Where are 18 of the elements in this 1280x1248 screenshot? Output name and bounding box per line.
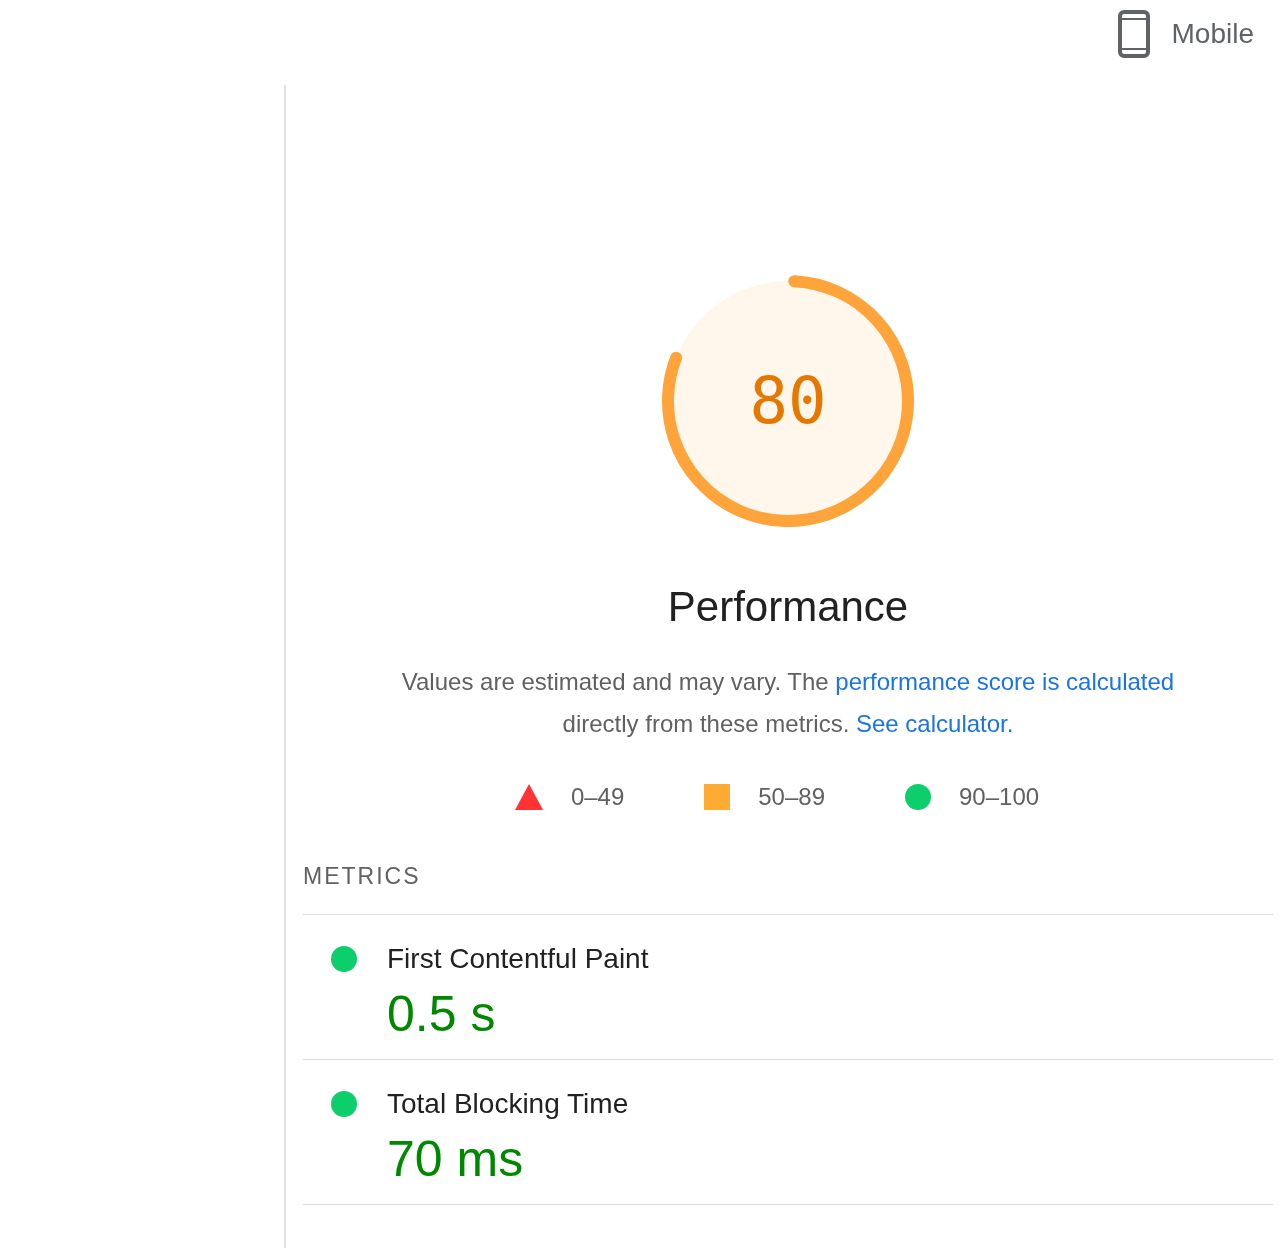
description-text: Values are estimated and may vary. The performance score is calculated directly from these metrics. See calculator. [400, 667, 1176, 739]
circle-icon [905, 784, 931, 810]
legend-label: 50–89 [758, 783, 825, 811]
legend-label: 0–49 [570, 783, 625, 811]
mobile-tab[interactable]: Mobile [1117, 10, 1254, 58]
score-link[interactable]: performance score is calculated [835, 668, 1175, 695]
metric-value: 0.5 s [387, 986, 496, 1042]
metrics-heading: METRICS [303, 863, 1273, 915]
phone-icon [1117, 10, 1150, 58]
metric-name: First Contentful Paint [387, 943, 650, 975]
category-title: Performance [667, 583, 909, 631]
legend-label: 90–100 [959, 783, 1040, 811]
calculator-link[interactable]: See calculator. [856, 710, 1014, 737]
square-icon [704, 784, 731, 810]
metric-value: 70 ms [387, 1131, 524, 1187]
metric-name: Total Blocking Time [387, 1088, 630, 1120]
triangle-icon [514, 784, 543, 810]
score-value: 80 [749, 364, 827, 438]
